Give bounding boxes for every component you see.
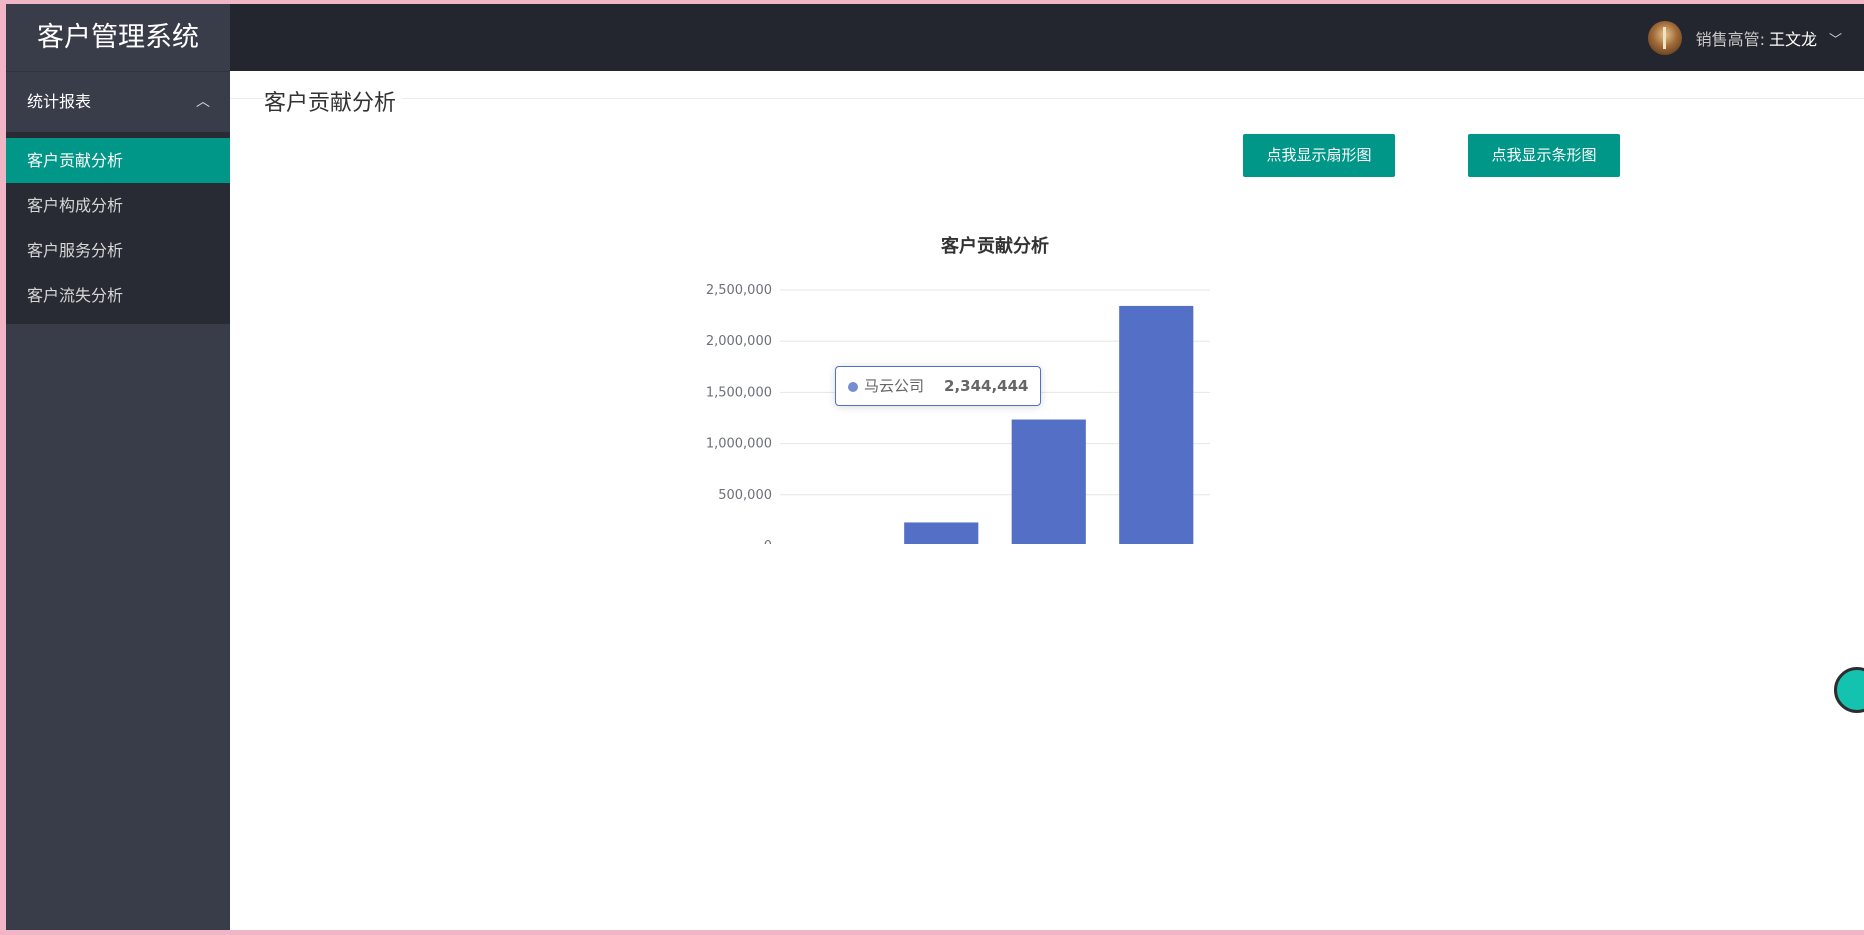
y-tick-label: 2,500,000 — [706, 283, 772, 298]
assistant-icon[interactable] — [1834, 667, 1864, 713]
app-window: 客户管理系统 统计报表 ︿ 客户贡献分析 客户构成分析 客户服务分析 客户流失分… — [6, 4, 1864, 930]
y-tick-label: 2,000,000 — [706, 334, 772, 349]
y-tick-label: 1,500,000 — [706, 385, 772, 400]
chart-container: 客户贡献分析 0 500,000 1,000,000 1,500,000 2,000,00… — [560, 184, 1220, 544]
show-pie-chart-button[interactable]: 点我显示扇形图 — [1243, 134, 1395, 177]
menu-group-label: 统计报表 — [27, 92, 92, 111]
user-name: 王文龙 — [1768, 30, 1817, 49]
app-title: 客户管理系统 — [6, 4, 230, 71]
bar-chart: 客户贡献分析 0 500,000 1,000,000 1,500,000 2,000,00… — [706, 235, 1210, 544]
sidebar-item-churn[interactable]: 客户流失分析 — [6, 273, 230, 318]
sidebar-item-composition[interactable]: 客户构成分析 — [6, 183, 230, 228]
top-header: 销售高管: 王文龙 ﹀ — [230, 4, 1864, 71]
menu-group-statistics[interactable]: 统计报表 ︿ — [6, 71, 230, 132]
y-tick-label: 500,000 — [718, 488, 772, 503]
bar — [904, 522, 979, 544]
y-tick-label: 1,000,000 — [706, 437, 772, 452]
user-menu[interactable]: 销售高管: 王文龙 ﹀ — [1647, 20, 1842, 56]
title-divider — [230, 98, 1864, 99]
chevron-up-icon: ︿ — [196, 94, 210, 110]
tooltip-label: 马云公司 — [864, 377, 925, 395]
y-tick-label: 0 — [764, 539, 772, 544]
page-title: 客户贡献分析 — [264, 85, 403, 117]
chart-tooltip: 马云公司 2,344,444 — [835, 366, 1042, 406]
tooltip-value: 2,344,444 — [944, 377, 1029, 395]
user-role: 销售高管: — [1695, 30, 1765, 49]
chevron-down-icon: ﹀ — [1828, 32, 1842, 48]
sidebar: 客户管理系统 统计报表 ︿ 客户贡献分析 客户构成分析 客户服务分析 客户流失分… — [6, 4, 230, 930]
main-content: 客户贡献分析 点我显示扇形图 点我显示条形图 客户贡献分析 0 500,000 1,0… — [230, 71, 1864, 930]
submenu: 客户贡献分析 客户构成分析 客户服务分析 客户流失分析 — [6, 132, 230, 324]
sidebar-item-contribution[interactable]: 客户贡献分析 — [6, 138, 230, 183]
show-bar-chart-button[interactable]: 点我显示条形图 — [1468, 134, 1620, 177]
bar — [1119, 305, 1194, 544]
avatar — [1647, 21, 1682, 55]
bar — [1011, 419, 1086, 544]
series-dot-icon — [848, 381, 858, 392]
chart-title: 客户贡献分析 — [941, 235, 1049, 257]
sidebar-item-service[interactable]: 客户服务分析 — [6, 228, 230, 273]
